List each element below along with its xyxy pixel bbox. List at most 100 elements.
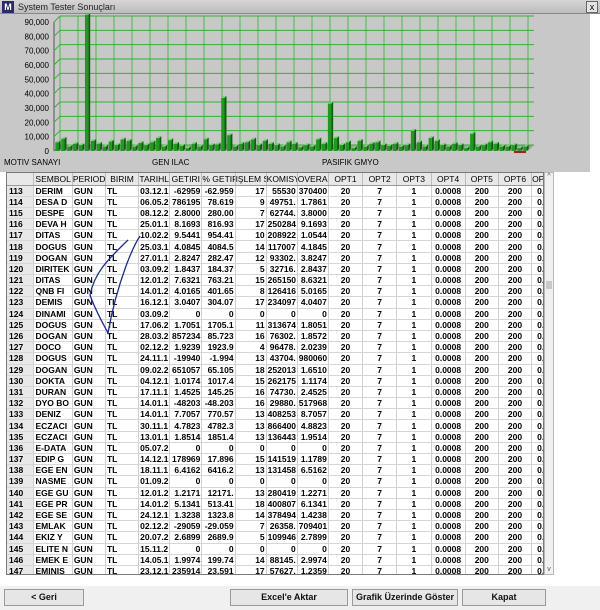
table-row[interactable]: 131 DURAN GUN TL 17.11.1 1.4525 145.25 16 74730.… — [7, 386, 543, 399]
table-row[interactable]: 118 DOGUS GUN TL 25.03.1 4.0845 4084.5 14 117007… — [7, 240, 543, 253]
y-tick-label: 80,000 — [25, 32, 50, 41]
back-button[interactable]: < Geri — [4, 589, 84, 606]
close-window-button[interactable]: x — [586, 1, 598, 13]
table-cell: GUN — [72, 263, 106, 276]
column-header-index[interactable] — [7, 173, 35, 186]
scroll-down-icon[interactable]: v — [545, 566, 553, 574]
column-header-opt5[interactable]: OPT5 — [465, 173, 499, 186]
table-cell: GUN — [72, 218, 106, 231]
table-cell: 0 — [235, 475, 267, 488]
table-cell: 0.3 — [531, 308, 543, 320]
table-row[interactable]: 141 EGE PR GUN TL 14.01.2 5.1341 513.41 18 40080… — [7, 498, 543, 510]
table-row[interactable]: 130 DOKTA GUN TL 04.12.1 1.0174 1017.4 15 262175… — [7, 375, 543, 387]
table-row[interactable]: 115 DESPE GUN TL 08.12.2 2.8000 280.00 7 62744. 3… — [7, 207, 543, 220]
export-excel-button[interactable]: Excel'e Aktar — [230, 589, 348, 606]
table-cell: -1.994 — [201, 352, 236, 365]
results-grid[interactable]: SEMBOL PERIOD BIRIM TARIHL GETIRI% GETIR IŞLE… — [6, 172, 544, 575]
scroll-up-icon[interactable]: ^ — [545, 173, 553, 181]
table-row[interactable]: 137 EDIP G GUN TL 14.12.1 178969 17.896 15 14151… — [7, 453, 543, 466]
column-header-period[interactable]: PERIOD — [72, 173, 106, 186]
table-cell: GUN — [72, 274, 106, 287]
table-cell: GUN — [72, 319, 106, 331]
table-cell: 0.0008 — [431, 453, 466, 466]
table-cell: GUN — [72, 285, 106, 298]
column-header-getiri[interactable]: GETIRI — [169, 173, 203, 186]
table-row[interactable]: 125 DOGUS GUN TL 17.06.2 1.7051 1705.1 11 313674… — [7, 319, 543, 331]
table-cell: 0 — [266, 543, 298, 555]
table-row[interactable]: 113 DERIM GUN TL 03.12.1 -62959 -62.959 17 55530… — [7, 185, 543, 197]
table-cell: 7 — [362, 554, 398, 566]
table-cell: 200 — [498, 196, 533, 208]
table-cell: TL — [105, 386, 140, 399]
table-row[interactable]: 136 E-DATA GUN TL 05.07.2 0 0 0 0 0 20 7 1 0.0008 200 2… — [7, 442, 543, 455]
table-row[interactable]: 132 DYO BO GUN TL 14.01.1 -48203 -48.203 16 2988… — [7, 397, 543, 410]
bar — [369, 143, 373, 151]
column-header-opt1[interactable]: OPT1 — [328, 173, 364, 186]
column-header-komisy[interactable]: KOMISY — [266, 173, 298, 186]
table-row[interactable]: 139 NASME GUN TL 01.09.2 0 0 0 0 0 20 7 1 0.0008 200 20… — [7, 475, 543, 488]
table-cell: 8.7057 — [297, 408, 329, 421]
scrollbar-thumb[interactable] — [546, 281, 552, 289]
column-header-opt4[interactable]: OPT4 — [431, 173, 466, 186]
bar — [499, 146, 503, 151]
table-cell: 200 — [465, 185, 499, 197]
table-row[interactable]: 128 DOGUS GUN TL 24.11.1 -19940 -1.994 13 43704.… — [7, 352, 543, 365]
table-cell: GUN — [72, 419, 106, 432]
table-cell: 408253 — [266, 408, 298, 421]
column-header-opt6[interactable]: OPT6 — [498, 173, 533, 186]
table-row[interactable]: 114 DESA D GUN TL 06.05.2 786195 78.619 9 49751.… — [7, 196, 543, 208]
table-cell: 17.11.1 — [138, 386, 171, 399]
table-row[interactable]: 143 EMLAK GUN TL 02.12.2 -29059 -29.059 7 26358.… — [7, 520, 543, 533]
table-cell: 0.0008 — [431, 296, 466, 309]
vertical-scrollbar[interactable]: ^ v — [544, 172, 554, 575]
table-cell: GUN — [72, 487, 106, 499]
table-cell: 7 — [362, 431, 398, 443]
table-cell: 0 — [266, 442, 298, 455]
table-cell: 0.0008 — [431, 185, 466, 197]
table-row[interactable]: 126 DOGAN GUN TL 28.03.2 857234 85.723 16 76302.… — [7, 330, 543, 343]
table-row[interactable]: 127 DOCO GUN TL 02.12.2 1.9239 1923.9 4 96478. 2.… — [7, 341, 543, 354]
table-row[interactable]: 145 ELITE N GUN TL 15.11.2 0 0 0 0 0 20 7 1 0.0008 200… — [7, 543, 543, 555]
close-button[interactable]: Kapat — [462, 589, 546, 606]
table-row[interactable]: 124 DINAMI GUN TL 03.09.2 0 0 0 0 0 20 7 1 0.0008 200 2… — [7, 308, 543, 320]
column-header-sembol[interactable]: SEMBOL — [33, 173, 73, 186]
table-cell: 09.02.2 — [138, 364, 171, 376]
table-cell: 0.0008 — [431, 196, 466, 208]
column-header-overal[interactable]: OVERAL — [297, 173, 329, 186]
table-row[interactable]: 133 DENIZ GUN TL 14.01.1 7.7057 770.57 13 408253… — [7, 408, 543, 421]
table-row[interactable]: 144 EKIZ Y GUN TL 20.07.2 2.6899 2689.9 5 109946… — [7, 531, 543, 544]
table-row[interactable]: 140 EGE GU GUN TL 12.01.2 1.2171 12171. 13 28041… — [7, 487, 543, 499]
column-header-birim[interactable]: BIRIM — [105, 173, 140, 186]
table-row[interactable]: 116 DEVA H GUN TL 25.01.1 8.1693 816.93 17 25028… — [7, 218, 543, 231]
table-row[interactable]: 119 DOGAN GUN TL 27.01.1 2.8247 282.47 12 93302.… — [7, 252, 543, 264]
column-header--getir[interactable]: % GETIR — [201, 173, 236, 186]
table-cell: 0.0008 — [431, 352, 466, 365]
column-header-i-lem-s[interactable]: IŞLEM S — [235, 173, 267, 186]
table-row[interactable]: 121 DITAS GUN TL 12.01.2 7.6321 763.21 15 265150… — [7, 274, 543, 287]
table-row[interactable]: 135 ECZACI GUN TL 13.01.1 1.8514 1851.4 13 13644… — [7, 431, 543, 443]
table-row[interactable]: 120 DIRITEK GUN TL 03.09.2 1.8437 184.37 5 32716… — [7, 263, 543, 276]
bar — [191, 143, 195, 151]
table-row[interactable]: 147 EMINIS GUN TL 23.12.1 235914 23.591 17 57627… — [7, 565, 543, 574]
table-cell: 200 — [465, 554, 499, 566]
table-row[interactable]: 123 DEMIS GUN TL 16.12.1 3.0407 304.07 17 234097… — [7, 296, 543, 309]
table-row[interactable]: 129 DOGAN GUN TL 09.02.2 651057 65.105 18 252013… — [7, 364, 543, 376]
table-row[interactable]: 146 EMEK E GUN TL 14.05.1 1.9974 199.74 14 88145… — [7, 554, 543, 566]
column-header-opt3[interactable]: OPT3 — [396, 173, 432, 186]
table-cell: EGE GU — [33, 487, 73, 499]
table-cell: 200 — [498, 330, 533, 343]
table-row[interactable]: 134 ECZACI GUN TL 30.11.1 4.7823 4782.3 13 86640… — [7, 419, 543, 432]
table-row[interactable]: 122 QNB FI GUN TL 14.01.2 4.0165 401.65 8 126416… — [7, 285, 543, 298]
table-cell: 7 — [362, 274, 398, 287]
table-row[interactable]: 142 EGE SE GUN TL 24.12.1 1.3238 1323.8 14 37849… — [7, 509, 543, 522]
column-header-opt7[interactable]: OPT7 — [531, 173, 543, 186]
row-index-cell: 141 — [7, 498, 35, 510]
table-cell: 8 — [235, 285, 267, 298]
column-header-opt2[interactable]: OPT2 — [362, 173, 398, 186]
table-row[interactable]: 117 DITAS GUN TL 10.02.2 9.5441 954.41 10 208922… — [7, 229, 543, 242]
show-on-chart-button[interactable]: Grafik Üzerinde Göster — [352, 589, 458, 606]
column-header-tarihl[interactable]: TARIHL — [138, 173, 171, 186]
row-index-cell: 122 — [7, 285, 35, 298]
table-row[interactable]: 138 EGE EN GUN TL 18.11.1 6.4162 6416.2 13 13145… — [7, 464, 543, 477]
table-cell: 12 — [235, 252, 267, 264]
